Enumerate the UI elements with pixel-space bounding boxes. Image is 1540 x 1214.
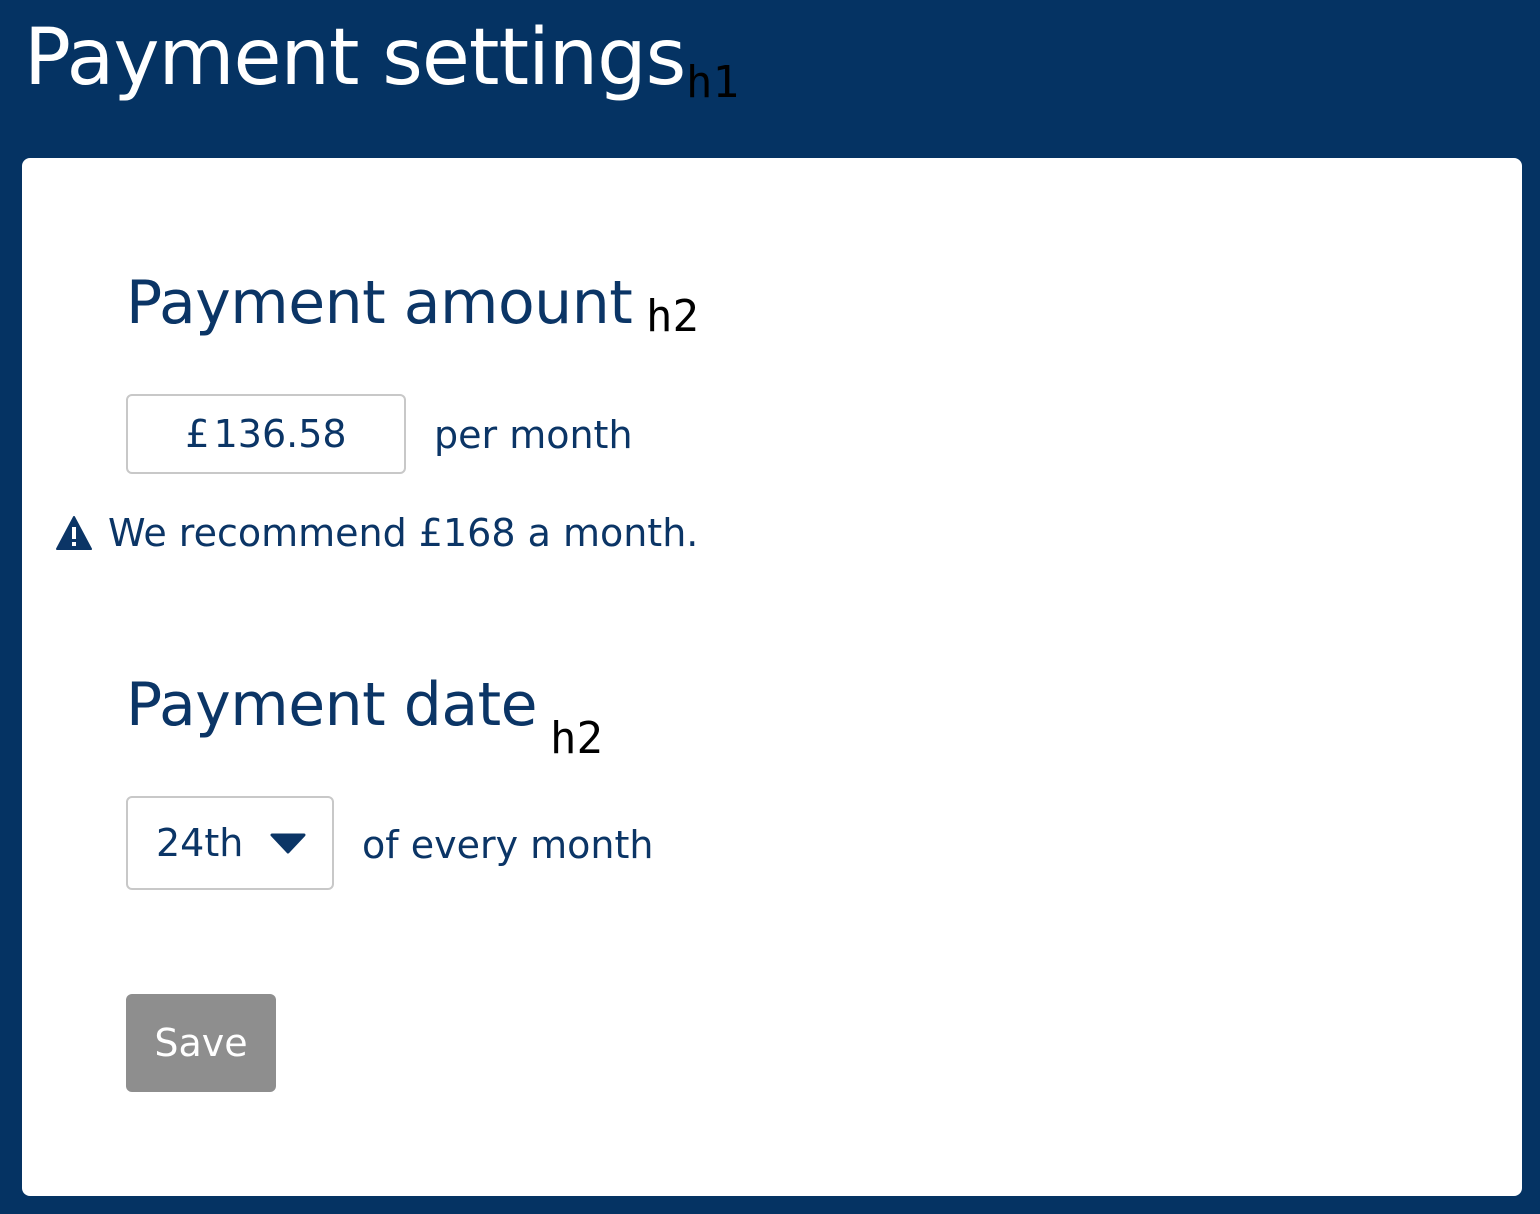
recommendation-warning: We recommend £168 a month. — [56, 508, 698, 558]
page-title: Payment settings — [24, 13, 686, 103]
payment-date-heading: Payment date — [126, 670, 538, 740]
recommendation-text: We recommend £168 a month. — [108, 511, 699, 555]
page-header: Payment settings — [24, 13, 686, 134]
heading-level-tag: h1 — [686, 57, 739, 108]
heading-level-tag: h2 — [646, 291, 699, 342]
warning-triangle-icon — [56, 516, 92, 550]
of-every-month-label: of every month — [362, 823, 654, 867]
currency-symbol: £ — [185, 412, 210, 456]
save-button[interactable]: Save — [126, 994, 276, 1092]
payment-amount-value: 136.58 — [213, 412, 347, 456]
heading-level-tag: h2 — [550, 713, 603, 764]
payment-date-select[interactable]: 24th — [126, 796, 334, 890]
per-month-label: per month — [434, 413, 633, 457]
payment-date-value: 24th — [156, 821, 244, 865]
chevron-down-icon — [270, 832, 306, 854]
payment-settings-card: Payment amount h2 £ 136.58 per month We … — [22, 158, 1522, 1196]
payment-amount-heading: Payment amount — [126, 268, 633, 338]
payment-amount-input[interactable]: £ 136.58 — [126, 394, 406, 474]
